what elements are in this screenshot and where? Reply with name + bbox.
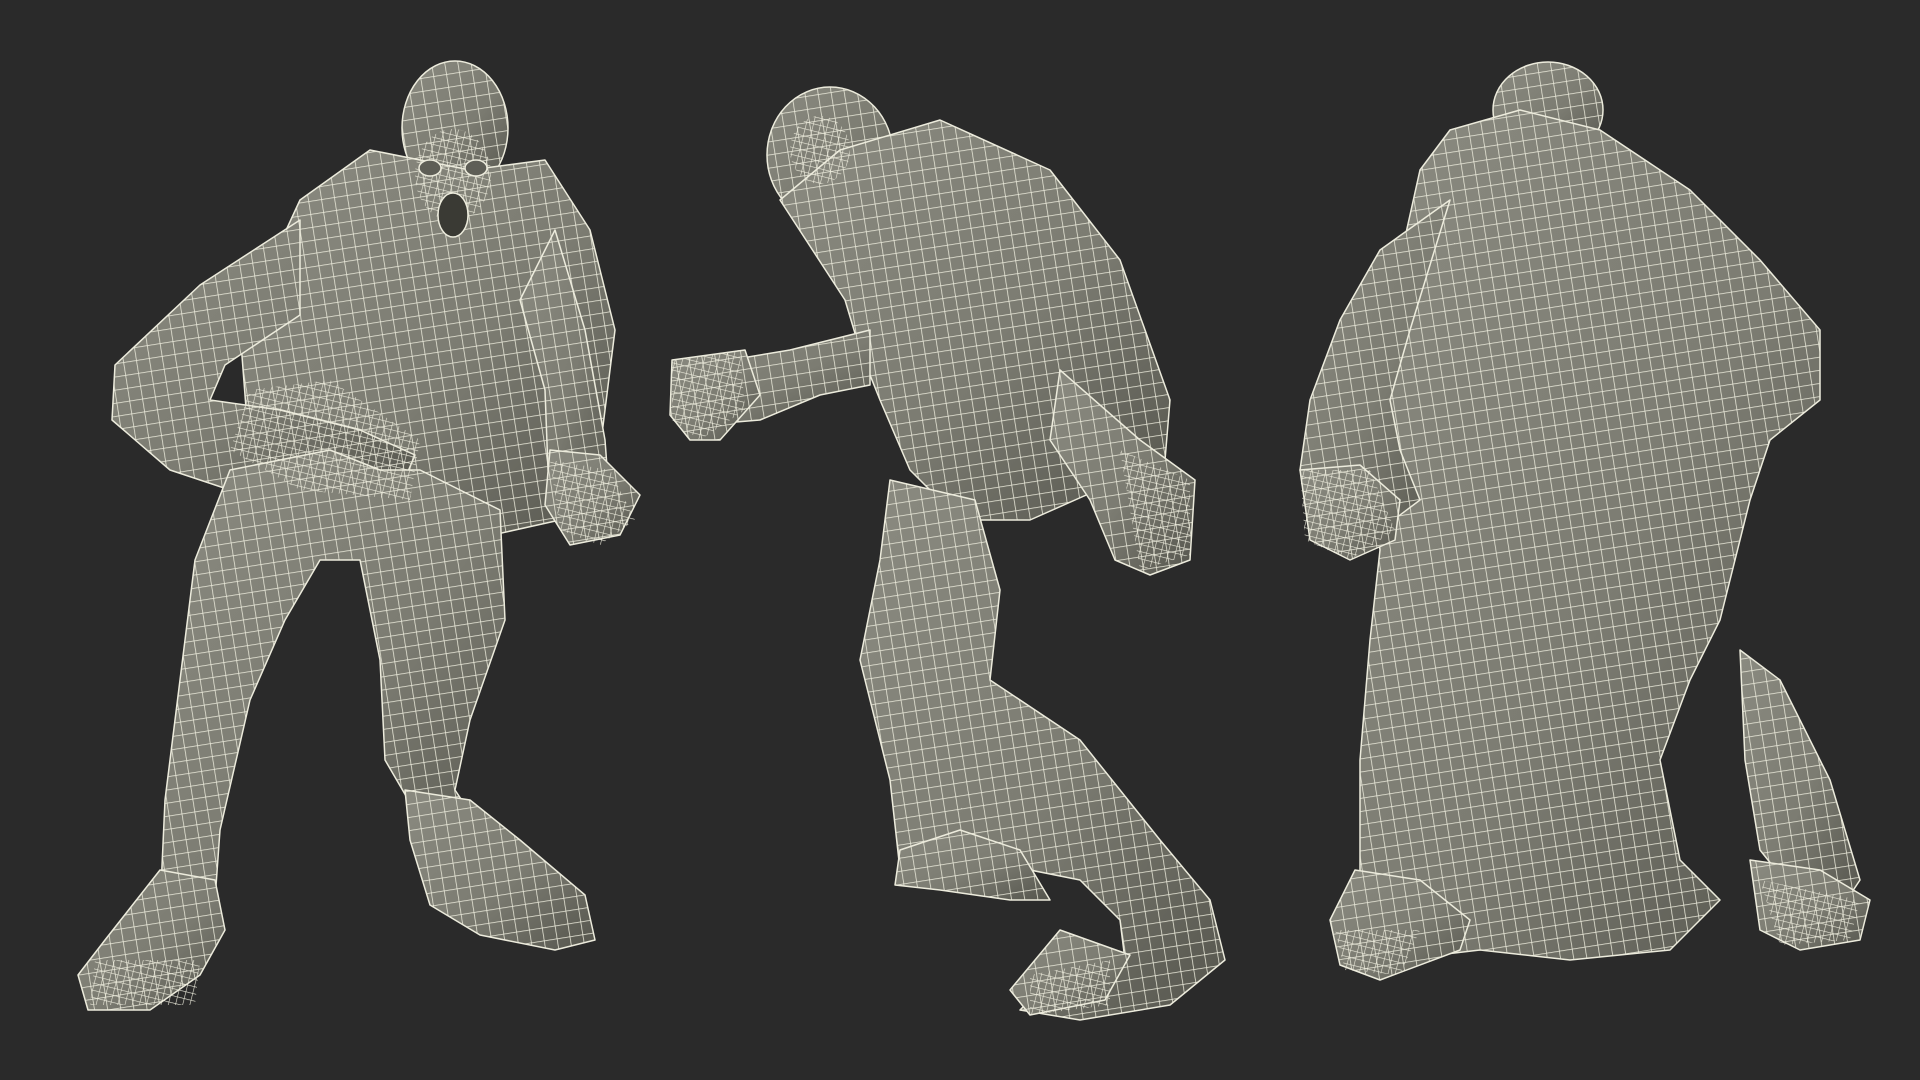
back-view bbox=[1299, 61, 1871, 981]
wireframe-render bbox=[77, 60, 1871, 1021]
front-view bbox=[77, 60, 641, 1011]
front-view-right-eye bbox=[464, 159, 488, 177]
side-view bbox=[669, 86, 1226, 1021]
front-view-mouth bbox=[437, 192, 469, 238]
render-canvas bbox=[0, 0, 1920, 1080]
front-view-left-eye bbox=[418, 159, 442, 177]
